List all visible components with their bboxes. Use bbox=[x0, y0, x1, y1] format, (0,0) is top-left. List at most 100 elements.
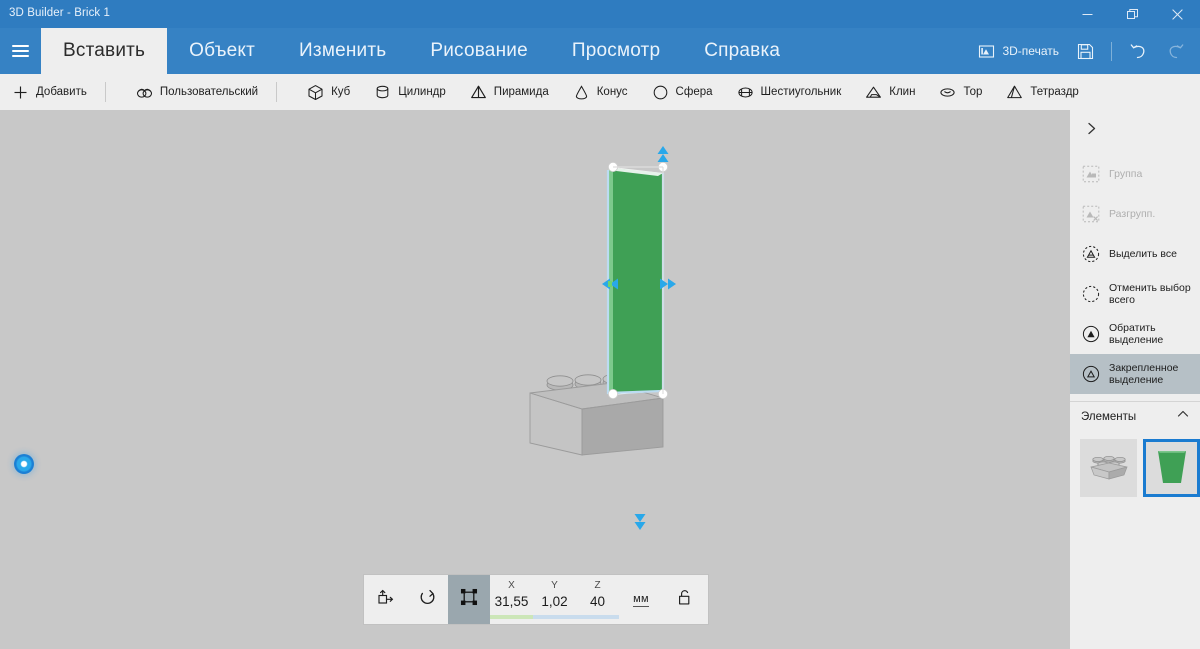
add-label: Добавить bbox=[36, 86, 87, 98]
app-root: 3D Builder - Brick 1 Вставить Объект Изм… bbox=[0, 0, 1200, 649]
print-3d-button[interactable]: 3D-печать bbox=[969, 28, 1068, 74]
redo-icon bbox=[1166, 42, 1185, 61]
command-separator-2 bbox=[276, 82, 278, 102]
axis-y[interactable]: Y 1,02 bbox=[533, 580, 576, 624]
undo-button[interactable] bbox=[1120, 28, 1157, 74]
sidebar-item-pinned-selection-label: Закрепленное выделение bbox=[1109, 361, 1179, 387]
tab-draw-label: Рисование bbox=[430, 40, 528, 61]
ungroup-icon bbox=[1081, 205, 1100, 224]
green-wedge-thumbnail[interactable] bbox=[1143, 439, 1200, 497]
cylinder-icon bbox=[374, 84, 391, 101]
command-separator-1 bbox=[104, 82, 106, 102]
minimize-icon[interactable] bbox=[1065, 0, 1110, 28]
rotate-tool-button[interactable] bbox=[406, 575, 448, 624]
shape-torus-button[interactable]: Тор bbox=[927, 74, 994, 110]
chevron-right-icon bbox=[1084, 121, 1099, 141]
shape-sphere-label: Сфера bbox=[675, 86, 713, 98]
tab-draw[interactable]: Рисование bbox=[408, 28, 550, 74]
move-tool-button[interactable] bbox=[364, 575, 406, 624]
brick-base-thumbnail[interactable] bbox=[1080, 439, 1137, 497]
tab-insert-label: Вставить bbox=[63, 40, 146, 61]
axis-x[interactable]: X 31,55 bbox=[490, 580, 533, 624]
pinned-selection-icon bbox=[1081, 365, 1100, 384]
aspect-lock-button[interactable] bbox=[663, 575, 705, 624]
shape-hexagon-button[interactable]: Шестиугольник bbox=[725, 74, 854, 110]
ribbon-bar: Вставить Объект Изменить Рисование Просм… bbox=[0, 28, 1200, 74]
scene-objects bbox=[0, 110, 1070, 649]
elements-section-header[interactable]: Элементы bbox=[1070, 401, 1200, 431]
window-controls bbox=[1065, 0, 1200, 28]
restore-icon[interactable] bbox=[1110, 0, 1155, 28]
tab-edit-label: Изменить bbox=[299, 40, 387, 61]
tab-view[interactable]: Просмотр bbox=[550, 28, 682, 74]
axis-z[interactable]: Z 40 bbox=[576, 580, 619, 624]
sidebar-item-deselect-all[interactable]: Отменить выбор всего bbox=[1070, 274, 1200, 314]
cube-icon bbox=[307, 84, 324, 101]
title-bar: 3D Builder - Brick 1 bbox=[0, 0, 1200, 28]
shape-wedge-button[interactable]: Клин bbox=[853, 74, 927, 110]
shape-pyramid-label: Пирамида bbox=[493, 86, 549, 98]
viewport-3d[interactable] bbox=[0, 110, 1070, 649]
tab-edit[interactable]: Изменить bbox=[277, 28, 408, 74]
ribbon-separator bbox=[1111, 41, 1112, 61]
hexagon-icon bbox=[737, 84, 754, 101]
sidebar-item-ungroup[interactable]: Разгрупп. bbox=[1070, 194, 1200, 234]
tab-help[interactable]: Справка bbox=[682, 28, 802, 74]
shape-hexagon-label: Шестиугольник bbox=[760, 86, 842, 98]
ribbon-actions: 3D-печать bbox=[969, 28, 1194, 74]
wedge-icon bbox=[865, 84, 882, 101]
axis-y-value: 1,02 bbox=[541, 594, 568, 609]
ribbon-tabs: Вставить Объект Изменить Рисование Просм… bbox=[41, 28, 802, 74]
custom-shape-label: Пользовательский bbox=[159, 86, 259, 98]
tab-view-label: Просмотр bbox=[571, 40, 661, 61]
right-sidebar: Группа Разгрупп. Выделить все Отменить в… bbox=[1070, 110, 1200, 649]
sidebar-item-select-all[interactable]: Выделить все bbox=[1070, 234, 1200, 274]
axis-z-label: Z bbox=[594, 580, 601, 591]
tab-insert[interactable]: Вставить bbox=[41, 28, 168, 74]
invert-selection-icon bbox=[1081, 325, 1100, 344]
shape-cone-button[interactable]: Конус bbox=[561, 74, 640, 110]
axis-y-label: Y bbox=[551, 580, 558, 591]
tab-object[interactable]: Объект bbox=[167, 28, 277, 74]
sidebar-item-pinned-selection[interactable]: Закрепленное выделение bbox=[1070, 354, 1200, 394]
unit-selector[interactable]: мм bbox=[619, 575, 663, 624]
redo-button[interactable] bbox=[1157, 28, 1194, 74]
shape-wedge-label: Клин bbox=[889, 86, 916, 98]
elements-thumbnails bbox=[1070, 431, 1200, 497]
axis-y-bar bbox=[533, 615, 576, 619]
transform-toolbar: X 31,55 Y 1,02 Z 40 мм bbox=[364, 575, 708, 624]
menu-icon[interactable] bbox=[0, 28, 41, 74]
plus-icon bbox=[12, 84, 29, 101]
axis-x-bar bbox=[490, 615, 533, 619]
select-all-icon bbox=[1081, 245, 1100, 264]
sidebar-item-invert-selection-label: Обратить выделение bbox=[1109, 321, 1164, 347]
shape-pyramid-button[interactable]: Пирамида bbox=[458, 74, 561, 110]
axis-z-value: 40 bbox=[589, 594, 606, 609]
scale-tool-button[interactable] bbox=[448, 575, 490, 624]
shape-cube-label: Куб bbox=[331, 86, 351, 98]
chevron-up-icon[interactable] bbox=[1176, 407, 1190, 426]
shape-cube-button[interactable]: Куб bbox=[295, 74, 362, 110]
sidebar-item-ungroup-label: Разгрупп. bbox=[1109, 207, 1156, 220]
save-button[interactable] bbox=[1068, 28, 1103, 74]
sidebar-expand-button[interactable] bbox=[1070, 110, 1200, 152]
hamburger-bars bbox=[12, 42, 29, 60]
sidebar-item-group[interactable]: Группа bbox=[1070, 154, 1200, 194]
shape-cylinder-button[interactable]: Цилиндр bbox=[362, 74, 458, 110]
custom-shape-button[interactable]: Пользовательский bbox=[124, 74, 270, 110]
unit-label: мм bbox=[633, 592, 649, 607]
sphere-icon bbox=[652, 84, 669, 101]
shape-sphere-button[interactable]: Сфера bbox=[640, 74, 725, 110]
shape-cone-label: Конус bbox=[596, 86, 628, 98]
tab-object-label: Объект bbox=[189, 40, 256, 61]
group-icon bbox=[1081, 165, 1100, 184]
custom-shape-icon bbox=[136, 84, 153, 101]
sidebar-item-invert-selection[interactable]: Обратить выделение bbox=[1070, 314, 1200, 354]
save-icon bbox=[1077, 43, 1094, 60]
sidebar-actions: Группа Разгрупп. Выделить все Отменить в… bbox=[1070, 152, 1200, 394]
add-button[interactable]: Добавить bbox=[0, 74, 99, 110]
close-icon[interactable] bbox=[1155, 0, 1200, 28]
shape-tetrahedron-button[interactable]: Тетраздр bbox=[994, 74, 1090, 110]
print-3d-label: 3D-печать bbox=[1002, 44, 1059, 58]
axis-x-value: 31,55 bbox=[494, 594, 529, 609]
